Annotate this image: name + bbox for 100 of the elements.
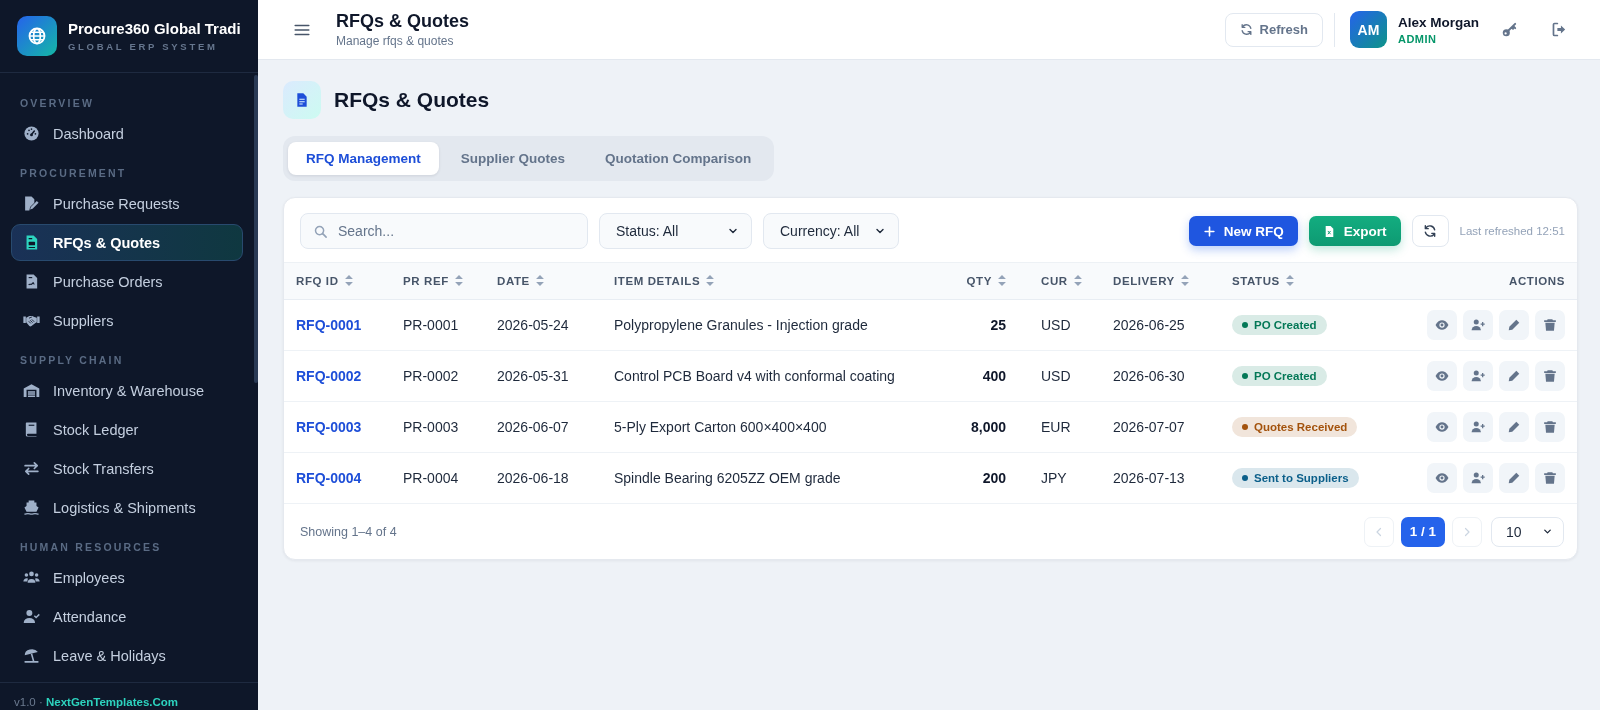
refresh-icon (1423, 224, 1437, 238)
delete-button[interactable] (1535, 463, 1565, 493)
warehouse-icon (23, 382, 40, 399)
delete-button[interactable] (1535, 412, 1565, 442)
search-field[interactable]: Search... (300, 213, 588, 249)
assign-supplier-button[interactable] (1463, 463, 1493, 493)
beach-umbrella-icon (23, 647, 40, 664)
tab[interactable]: Supplier Quotes (442, 142, 584, 175)
assign-supplier-button[interactable] (1463, 310, 1493, 340)
section-label: SUPPLY CHAIN (19, 353, 125, 368)
column-header[interactable]: DELIVERY (1101, 263, 1220, 300)
trash-icon (1543, 318, 1557, 332)
eye-icon (1435, 318, 1449, 332)
ship-icon (23, 499, 40, 516)
trash-icon (1543, 420, 1557, 434)
pencil-icon (1507, 471, 1521, 485)
header-title: RFQs & Quotes (336, 11, 469, 32)
table-cell: PR-0002 (403, 368, 459, 384)
sidebar-item[interactable]: Stock Transfers (11, 450, 243, 487)
user-plus-icon (1471, 369, 1485, 383)
table-cell: PR-0004 (403, 470, 459, 486)
user-plus-icon (1471, 420, 1485, 434)
rfq-id-link[interactable]: RFQ-0002 (296, 368, 362, 384)
quantity-cell: 200 (982, 470, 1006, 486)
pencil-icon (1507, 369, 1521, 383)
column-header[interactable]: ITEM DETAILS (602, 263, 931, 300)
delete-button[interactable] (1535, 310, 1565, 340)
refresh-button[interactable]: Refresh (1224, 12, 1323, 47)
sidebar-item[interactable]: Stock Ledger (11, 411, 243, 448)
document-pen-icon (23, 195, 40, 212)
edit-button[interactable] (1499, 463, 1529, 493)
status-label: Quotes Received (1254, 421, 1348, 433)
quantity-cell: 400 (982, 368, 1006, 384)
page-size-select[interactable]: 10 (1491, 516, 1564, 547)
table-cell: JPY (1041, 470, 1067, 486)
tab[interactable]: Quotation Comparison (587, 142, 770, 175)
logout-icon (1550, 21, 1568, 38)
last-refreshed-label: Last refreshed 12:51 (1459, 225, 1565, 237)
filter-select[interactable]: Status: All (599, 213, 752, 249)
rfq-id-link[interactable]: RFQ-0004 (296, 470, 362, 486)
scrollbar-thumb[interactable] (254, 75, 258, 383)
reload-button[interactable] (1411, 215, 1449, 247)
sidebar-item[interactable]: Leave & Holidays (11, 637, 243, 674)
column-header[interactable]: PR REF (391, 263, 485, 300)
section-label: HUMAN RESOURCES (19, 540, 163, 555)
status-label: PO Created (1254, 319, 1317, 331)
sidebar-item[interactable]: Suppliers (11, 302, 243, 339)
column-header[interactable]: QTY (931, 263, 1029, 300)
table-cell: 2026-06-30 (1113, 368, 1185, 384)
table-cell: 2026-07-07 (1113, 419, 1185, 435)
plus-icon (1202, 224, 1216, 238)
section-label: OVERVIEW (19, 96, 95, 111)
column-header[interactable]: CUR (1029, 263, 1101, 300)
delete-button[interactable] (1535, 361, 1565, 391)
view-button[interactable] (1427, 310, 1457, 340)
sidebar-item[interactable]: Employees (11, 559, 243, 596)
tab[interactable]: RFQ Management (288, 142, 439, 175)
user-name: Alex Morgan (1398, 14, 1479, 30)
footer-link[interactable]: NextGenTemplates.Com (45, 696, 179, 708)
new-button[interactable]: New RFQ (1188, 216, 1298, 246)
version-label: v1.0 · (14, 696, 43, 708)
brand-subtitle: GLOBAL ERP SYSTEM (68, 41, 219, 52)
filter-select[interactable]: Currency: All (763, 213, 899, 249)
search-icon (313, 223, 328, 239)
column-header[interactable]: RFQ ID (284, 263, 391, 300)
user-check-icon (23, 608, 40, 625)
refresh-icon (1239, 23, 1253, 36)
column-header[interactable]: DATE (485, 263, 602, 300)
table-cell: PR-0003 (403, 419, 459, 435)
view-button[interactable] (1427, 412, 1457, 442)
table-cell: 2026-06-07 (497, 419, 569, 435)
column-header[interactable]: STATUS (1220, 263, 1381, 300)
pencil-icon (1507, 318, 1521, 332)
view-button[interactable] (1427, 463, 1457, 493)
sidebar-item[interactable]: Logistics & Shipments (11, 489, 243, 526)
assign-supplier-button[interactable] (1463, 361, 1493, 391)
edit-button[interactable] (1499, 412, 1529, 442)
rfq-id-link[interactable]: RFQ-0003 (296, 419, 362, 435)
user-plus-icon (1471, 318, 1485, 332)
sidebar-item[interactable]: Inventory & Warehouse (11, 372, 243, 409)
sidebar-item[interactable]: Purchase Orders (11, 263, 243, 300)
assign-supplier-button[interactable] (1463, 412, 1493, 442)
eye-icon (1435, 369, 1449, 383)
edit-button[interactable] (1499, 361, 1529, 391)
edit-button[interactable] (1499, 310, 1529, 340)
status-label: Sent to Suppliers (1254, 472, 1349, 484)
user-avatar[interactable]: AM (1350, 11, 1387, 48)
users-icon (23, 569, 40, 586)
view-button[interactable] (1427, 361, 1457, 391)
table-cell: PR-0001 (403, 317, 459, 333)
swap-arrows-icon (23, 460, 40, 477)
current-page-button[interactable]: 1 / 1 (1400, 516, 1445, 547)
sidebar-item[interactable]: Purchase Requests (11, 185, 243, 222)
table-cell: EUR (1041, 419, 1071, 435)
table-cell: USD (1041, 317, 1071, 333)
rfq-id-link[interactable]: RFQ-0001 (296, 317, 362, 333)
table-cell: 2026-06-25 (1113, 317, 1185, 333)
sidebar-item[interactable]: Dashboard (11, 115, 243, 152)
sidebar-item[interactable]: Attendance (11, 598, 243, 635)
sidebar-item[interactable]: RFQs & Quotes (11, 224, 243, 261)
